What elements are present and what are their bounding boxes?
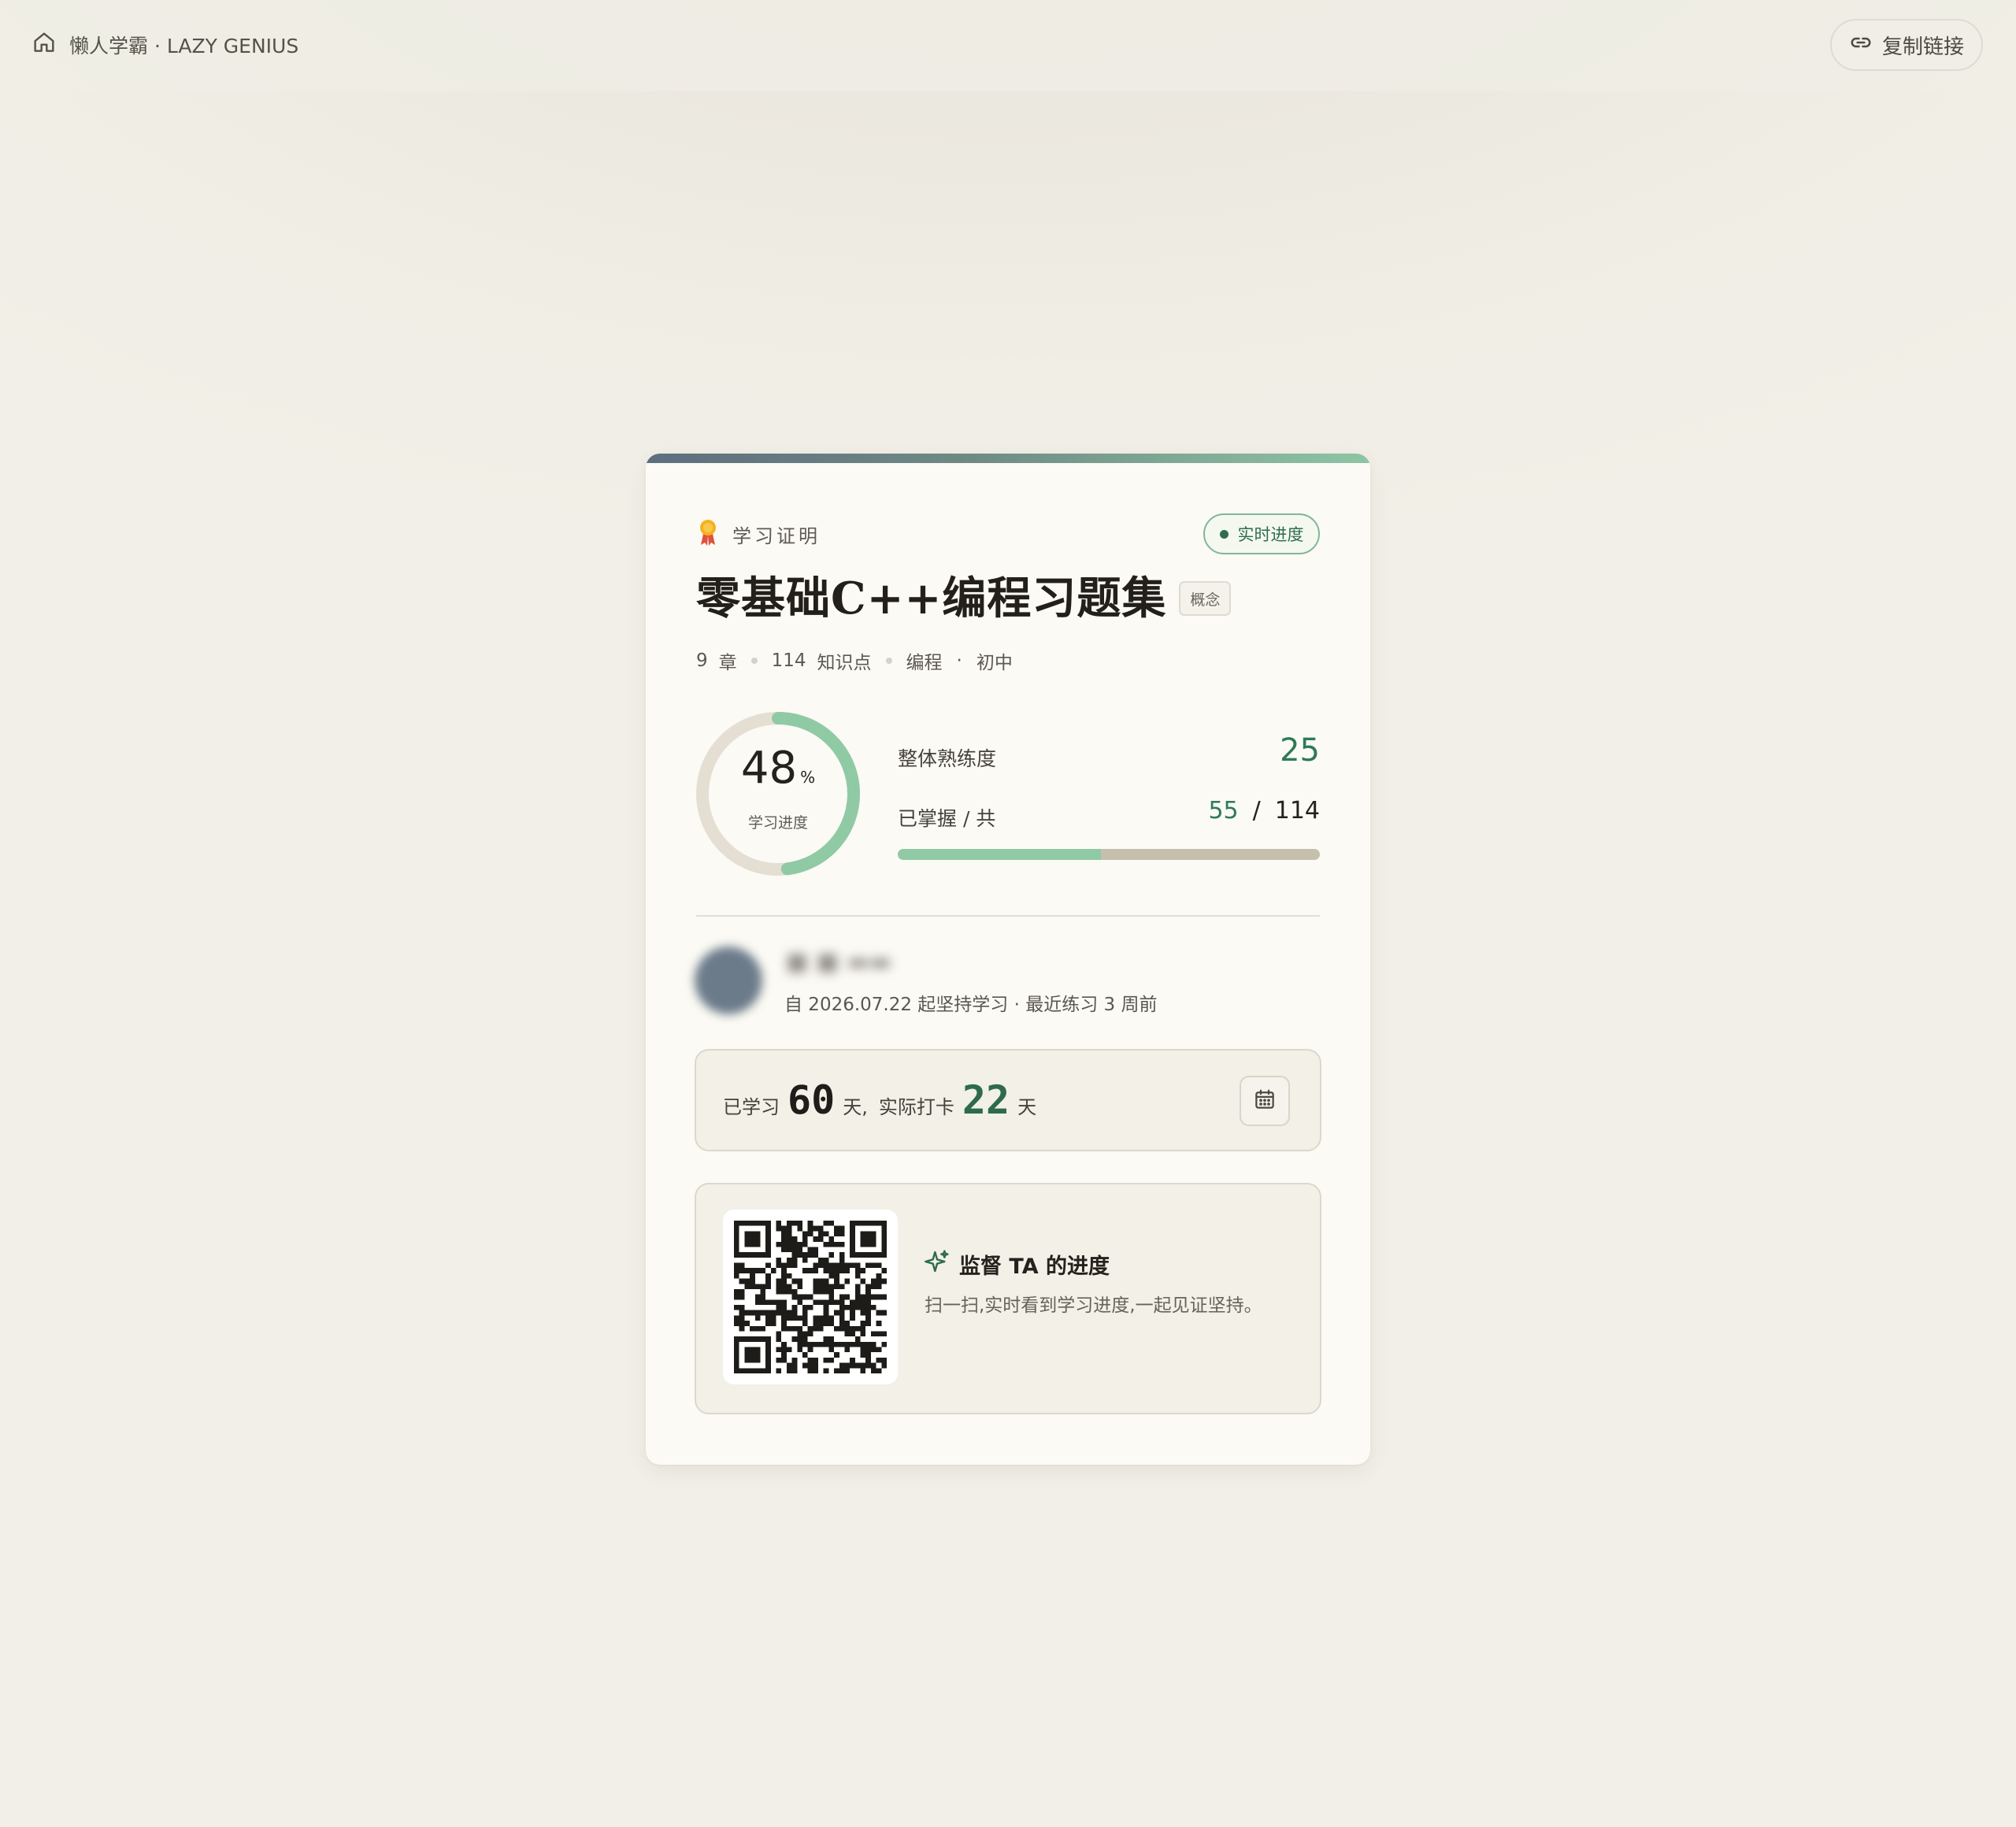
brand-name: 懒人学霸 · LAZY GENIUS: [69, 35, 299, 57]
supervise-description: 扫一扫,实时看到学习进度,一起见证坚持。: [925, 1295, 1262, 1316]
certificate-header: 学习证明: [698, 518, 821, 550]
points-count: 114: [771, 650, 806, 671]
live-progress-badge: 实时进度: [1203, 513, 1320, 554]
subject: 编程: [906, 653, 943, 673]
mastered-total: 114: [1274, 797, 1320, 825]
copy-link-label: 复制链接: [1881, 35, 1964, 59]
mastered-progress-fill: [898, 849, 1102, 860]
username-blurred: ■ ■ ▬▬: [786, 948, 892, 976]
live-progress-label: 实时进度: [1237, 525, 1304, 544]
brand-link[interactable]: 懒人学霸 · LAZY GENIUS: [32, 28, 298, 62]
calendar-icon: [1253, 1088, 1277, 1114]
live-dot: [1219, 529, 1228, 539]
chapters-count: 9: [696, 650, 708, 671]
studied-prefix: 已学习: [723, 1096, 780, 1118]
progress-percent: 48%: [740, 743, 816, 794]
studied-days: 60: [788, 1077, 836, 1123]
learning-since: 自 2026.07.22 起坚持学习 · 最近练习 3 周前: [784, 995, 1158, 1015]
points-unit: 知识点: [817, 653, 872, 673]
certificate-label: 学习证明: [732, 524, 821, 547]
progress-label: 学习进度: [747, 814, 808, 832]
meta-separator: [885, 658, 892, 664]
checkin-days: 22: [962, 1077, 1010, 1123]
study-days-line: 已学习 60 天, 实际打卡 22 天: [723, 1077, 1036, 1123]
meta-separator: [750, 658, 758, 664]
checkin-prefix: 实际打卡: [878, 1096, 954, 1118]
mastered-progress-bar: [898, 849, 1320, 860]
mastered-label: 已掌握 / 共: [898, 807, 996, 830]
concept-tag: 概念: [1179, 581, 1232, 616]
calendar-button[interactable]: [1240, 1076, 1290, 1126]
divider: [696, 915, 1320, 917]
checkin-suffix: 天: [1017, 1096, 1037, 1118]
medal-icon: [698, 518, 718, 550]
home-icon: [32, 30, 57, 60]
course-title: 零基础C++编程习题集: [696, 573, 1167, 624]
card-accent-bar: [646, 454, 1370, 463]
level: 初中: [976, 653, 1013, 673]
studied-suffix: 天,: [843, 1096, 868, 1118]
mastery-value: 25: [1280, 732, 1320, 769]
qr-code-image: [734, 1221, 887, 1373]
link-icon: [1849, 31, 1873, 60]
progress-ring: [696, 712, 860, 876]
mastered-count: 55 / 114: [1208, 797, 1320, 825]
chapters-unit: 章: [718, 653, 737, 673]
mastery-label: 整体熟练度: [898, 747, 997, 770]
meta-dot: ·: [956, 650, 962, 671]
supervise-title-text: 监督 TA 的进度: [959, 1254, 1110, 1279]
top-bar: 懒人学霸 · LAZY GENIUS 复制链接: [0, 0, 2016, 91]
course-title-row: 零基础C++编程习题集 概念: [696, 573, 1232, 624]
mastered-done: 55: [1208, 797, 1239, 825]
supervise-box: 监督 TA 的进度 扫一扫,实时看到学习进度,一起见证坚持。: [695, 1183, 1321, 1414]
sparkle-icon: [925, 1249, 950, 1280]
progress-card: 学习证明 实时进度 零基础C++编程习题集 概念 9 章 114 知识点 编程 …: [646, 454, 1370, 1465]
avatar: [695, 947, 762, 1014]
mastered-sep: /: [1252, 797, 1261, 825]
qr-code[interactable]: [723, 1210, 898, 1384]
study-days-box: 已学习 60 天, 实际打卡 22 天: [695, 1049, 1321, 1151]
copy-link-button[interactable]: 复制链接: [1830, 19, 1983, 71]
supervise-title: 监督 TA 的进度: [925, 1249, 1110, 1280]
course-meta: 9 章 114 知识点 编程 · 初中: [696, 647, 1013, 674]
